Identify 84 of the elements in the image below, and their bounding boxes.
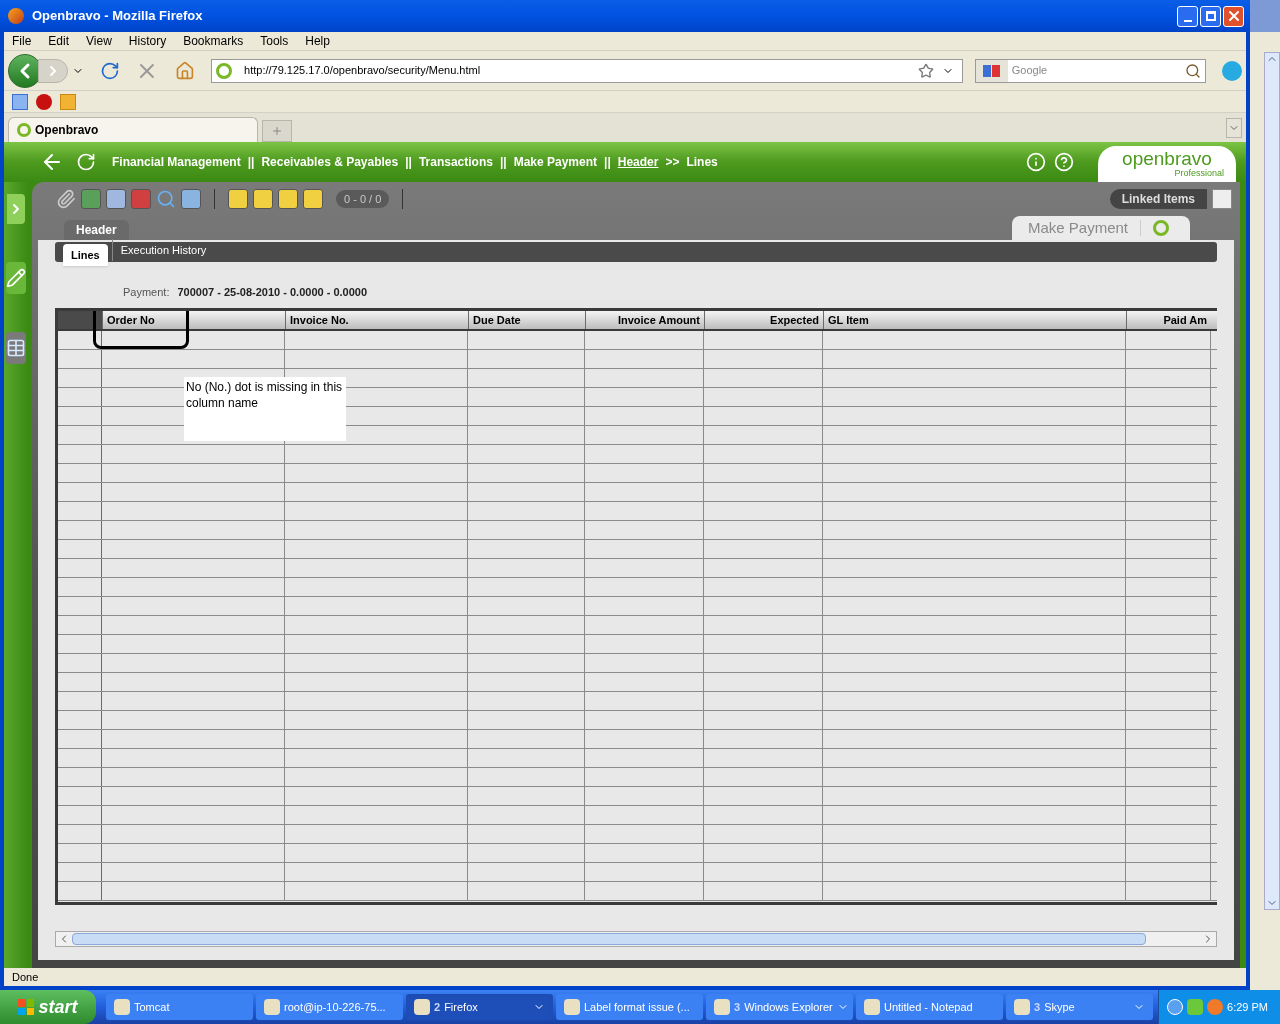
lines-tab[interactable]: Execution History — [111, 239, 215, 261]
breadcrumb-separator: || — [247, 154, 255, 171]
vertical-scrollbar[interactable] — [1264, 52, 1280, 910]
breadcrumb-link[interactable]: Header — [617, 153, 659, 171]
breadcrumb-separator: || — [405, 154, 412, 171]
search-icon[interactable] — [1185, 62, 1202, 79]
annotation-note: No (No.) dot is missing in this column name — [184, 377, 346, 441]
menu-item[interactable]: View — [86, 32, 112, 50]
taskbar-button[interactable]: Tomcat — [106, 994, 253, 1020]
refresh-icon[interactable] — [76, 152, 96, 172]
copy-document-icon[interactable] — [106, 189, 126, 209]
minimize-button[interactable] — [1177, 5, 1198, 27]
column-header[interactable]: Due Date — [468, 311, 585, 329]
menu-item[interactable]: Edit — [48, 32, 70, 50]
address-field[interactable]: http://79.125.17.0/openbravo/security/Menu.html — [211, 58, 963, 83]
breadcrumb-item[interactable]: Lines — [686, 153, 718, 171]
breadcrumb-separator: || — [499, 154, 507, 171]
firefox-icon — [8, 8, 24, 24]
help-icon[interactable] — [1054, 152, 1074, 172]
column-header[interactable]: Invoice No. — [285, 311, 468, 329]
menu-item[interactable]: File — [12, 32, 32, 50]
payment-label: Payment: — [123, 284, 170, 300]
next-record-icon[interactable] — [278, 189, 298, 209]
last-record-icon[interactable] — [303, 189, 323, 209]
plus-icon[interactable] — [271, 125, 283, 137]
column-header[interactable]: Paid Am — [1126, 311, 1211, 329]
first-record-icon[interactable] — [228, 189, 248, 209]
breadcrumb-item[interactable]: Make Payment — [513, 153, 598, 171]
taskbar-button[interactable]: 3 Windows Explorer — [706, 994, 853, 1020]
search-engine-icon[interactable] — [975, 59, 1008, 82]
maximize-button[interactable] — [1200, 5, 1221, 27]
info-icon[interactable] — [1026, 152, 1046, 172]
status-text: Done — [12, 969, 39, 985]
column-header[interactable]: Order No — [102, 311, 285, 329]
lines-tab[interactable]: Lines — [63, 244, 108, 266]
column-header[interactable]: Invoice Amount — [585, 311, 704, 329]
forward-button[interactable] — [37, 58, 68, 83]
taskbar-button[interactable]: 2 Firefox — [406, 994, 553, 1020]
browser-tab[interactable]: Openbravo — [8, 117, 258, 142]
search-box[interactable]: Google — [974, 58, 1207, 83]
grid-view-icon[interactable] — [6, 332, 26, 364]
menu-item[interactable]: History — [128, 32, 167, 50]
taskbar-button[interactable]: Label format issue (... — [556, 994, 703, 1020]
audit-history-icon[interactable] — [181, 189, 201, 209]
edit-view-icon[interactable] — [6, 262, 26, 294]
breadcrumb-separator: || — [604, 154, 611, 171]
header-tab[interactable]: Header — [64, 220, 129, 240]
column-header[interactable]: Expected — [704, 311, 823, 329]
menu-item[interactable]: Tools — [260, 32, 289, 50]
horizontal-scrollbar-thumb[interactable] — [72, 933, 1146, 945]
record-counter: 0 - 0 / 0 — [336, 190, 390, 208]
attachment-icon[interactable] — [56, 189, 76, 209]
menu-item[interactable]: Bookmarks — [183, 32, 244, 50]
menu-item[interactable]: Help — [305, 32, 330, 50]
breadcrumb-item[interactable]: Receivables & Payables — [261, 153, 399, 171]
linked-items-icon[interactable] — [1212, 189, 1232, 209]
linked-items-button[interactable]: Linked Items — [1109, 189, 1207, 209]
taskbar-button[interactable]: Untitled - Notepad — [856, 994, 1003, 1020]
search-input[interactable]: Google — [1007, 62, 1186, 79]
expand-sidebar-button[interactable] — [7, 194, 25, 224]
taskbar-button[interactable]: root@ip-10-226-75... — [256, 994, 403, 1020]
bookmark-icon[interactable] — [36, 93, 52, 110]
skype-icon[interactable] — [1222, 60, 1242, 81]
site-icon — [216, 62, 233, 79]
tab-list-button[interactable] — [1226, 118, 1242, 138]
home-icon[interactable] — [175, 60, 196, 81]
header-corner — [58, 311, 102, 329]
clock: 6:29 PM — [1227, 999, 1268, 1015]
bookmark-star-icon[interactable] — [917, 62, 934, 79]
breadcrumb-item[interactable]: Transactions — [418, 153, 493, 171]
rss-icon[interactable] — [60, 93, 76, 110]
payment-value: 700007 - 25-08-2010 - 0.0000 - 0.0000 — [177, 284, 368, 300]
window-title: Openbravo - Mozilla Firefox — [32, 7, 203, 26]
breadcrumb-separator: >> — [665, 154, 680, 171]
breadcrumb-item[interactable]: Financial Management — [112, 153, 241, 171]
excel-export-icon[interactable] — [81, 189, 101, 209]
bookmark-icon[interactable] — [12, 93, 28, 110]
pdf-export-icon[interactable] — [131, 189, 151, 209]
column-header[interactable]: GL Item — [823, 311, 1126, 329]
taskbar-button[interactable]: 3 Skype — [1006, 994, 1153, 1020]
logo-badge: openbravo Professional — [1098, 146, 1236, 182]
tray-check-icon[interactable] — [1187, 999, 1203, 1015]
reload-icon[interactable] — [99, 60, 120, 81]
previous-record-icon[interactable] — [253, 189, 273, 209]
